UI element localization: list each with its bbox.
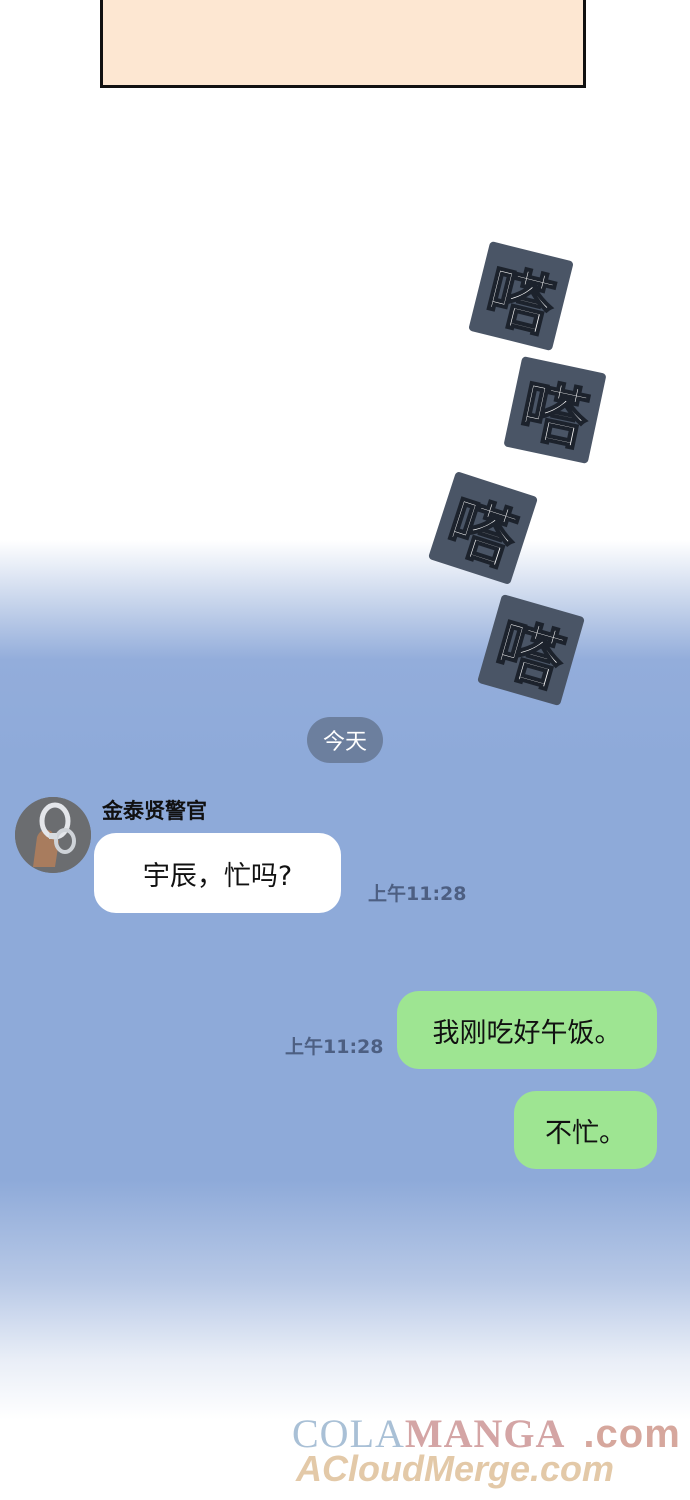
date-divider: 今天: [307, 717, 383, 763]
outgoing-time-1: 上午11:28: [285, 1036, 384, 1058]
sfx-text-1: 嗒: [477, 255, 562, 348]
outgoing-message-1-text: 我刚吃好午饭。: [432, 1017, 622, 1049]
sfx-box-4: 嗒: [476, 593, 586, 707]
comic-panel-top: [100, 0, 586, 88]
incoming-time: 上午11:28: [368, 883, 467, 905]
incoming-message-text: 宇辰，忙吗?: [142, 860, 293, 892]
sfx-text-4: 嗒: [486, 608, 573, 702]
sender-name: 金泰贤警官: [102, 799, 207, 823]
incoming-message[interactable]: 宇辰，忙吗?: [94, 833, 341, 913]
watermark-line-2: ACloudMerge.com: [296, 1448, 615, 1489]
sfx-box-2: 嗒: [503, 356, 607, 464]
outgoing-message-2[interactable]: 不忙。: [514, 1091, 657, 1169]
sfx-text-2: 嗒: [513, 370, 596, 461]
outgoing-message-2-text: 不忙。: [545, 1117, 626, 1149]
sfx-box-1: 嗒: [468, 240, 574, 352]
sfx-box-3: 嗒: [427, 470, 539, 586]
outgoing-message-1[interactable]: 我刚吃好午饭。: [397, 991, 657, 1069]
sfx-text-3: 嗒: [437, 485, 526, 581]
handcuffs-icon: [15, 797, 91, 873]
avatar[interactable]: [15, 797, 91, 873]
